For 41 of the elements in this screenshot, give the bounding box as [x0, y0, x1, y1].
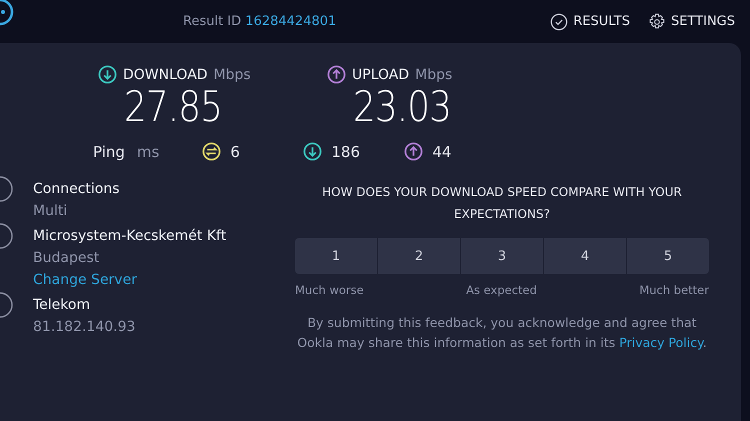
- ping-icon: [202, 142, 222, 161]
- rating-button[interactable]: 5: [627, 238, 709, 274]
- result-id-label: Result ID: [183, 14, 242, 29]
- logo-icon[interactable]: [0, 0, 14, 26]
- ping-value: 6: [230, 142, 240, 160]
- scale-label: Much better: [639, 283, 709, 297]
- speed-unit: Mbps: [214, 66, 251, 82]
- rating-button[interactable]: 3: [461, 238, 543, 274]
- info-subtitle: Budapest: [33, 250, 100, 266]
- download-icon: [98, 65, 117, 84]
- info-title: Telekom: [33, 297, 92, 313]
- disclaimer-text: By submitting this feedback, you acknowledge and agree that Ookla may share this information as set forth in its Privacy Policy.: [296, 314, 708, 352]
- info-subtitle: 81.182.140.93: [33, 319, 136, 335]
- info-title: Microsystem-Kecskemét Kft: [33, 228, 226, 244]
- upload-icon: [404, 142, 424, 161]
- speed-label: DOWNLOAD: [123, 66, 208, 82]
- check-circle-icon: [550, 12, 568, 30]
- speed-value: 27.85: [124, 84, 222, 130]
- settings-icon: [648, 12, 666, 30]
- settings-link[interactable]: SETTINGS: [648, 12, 735, 30]
- ping-value: 186: [331, 142, 360, 160]
- speed-value: 23.03: [353, 84, 451, 130]
- speed-unit: Mbps: [415, 66, 452, 82]
- ping-unit: ms: [136, 142, 160, 160]
- scale-label: As expected: [466, 283, 537, 297]
- ping-value: 44: [432, 142, 452, 160]
- info-title: Connections: [33, 181, 120, 197]
- results-link[interactable]: RESULTS: [550, 12, 630, 30]
- rating-button[interactable]: 1: [295, 238, 377, 274]
- change-server-link[interactable]: Change Server: [33, 272, 226, 288]
- rating-button[interactable]: 2: [378, 238, 460, 274]
- speed-label: UPLOAD: [352, 66, 410, 82]
- rating-button[interactable]: 4: [544, 238, 626, 274]
- ping-label: Ping: [93, 142, 125, 160]
- info-subtitle: Multi: [33, 203, 68, 219]
- upload-icon: [327, 65, 346, 84]
- download-icon: [303, 142, 322, 161]
- privacy-policy-link[interactable]: Privacy Policy: [619, 335, 703, 350]
- scale-label: Much worse: [295, 283, 364, 297]
- result-id-link[interactable]: 16284424801: [245, 14, 336, 29]
- feedback-question: HOW DOES YOUR DOWNLOAD SPEED COMPARE WITH YOUR EXPECTATIONS?: [321, 184, 683, 223]
